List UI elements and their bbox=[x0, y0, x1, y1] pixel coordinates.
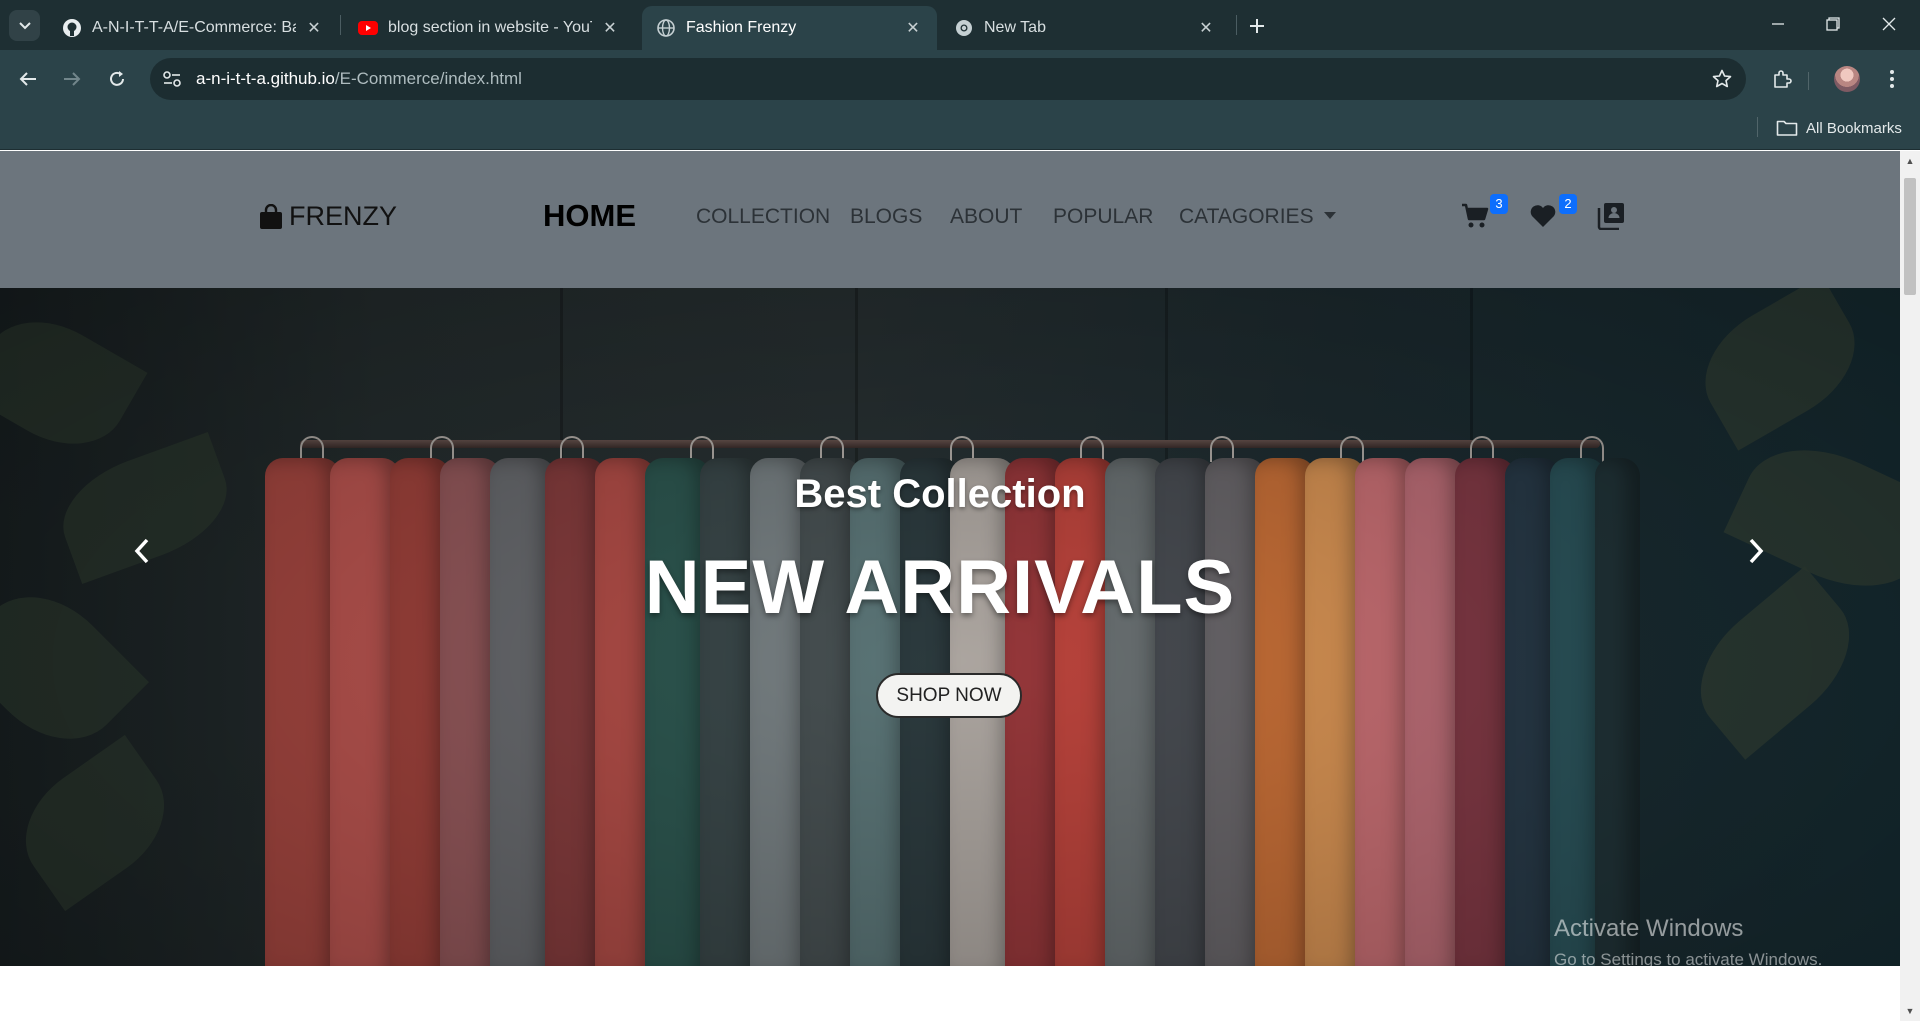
account-button[interactable] bbox=[1595, 200, 1627, 232]
close-window-button[interactable] bbox=[1866, 8, 1912, 40]
nav-about[interactable]: ABOUT bbox=[950, 205, 1022, 229]
extensions-button[interactable] bbox=[1767, 64, 1797, 94]
nav-home[interactable]: HOME bbox=[543, 198, 636, 234]
tab-strip: A-N-I-T-T-A/E-Commerce: Basic ✕ blog sec… bbox=[0, 0, 1920, 50]
folder-icon bbox=[1776, 120, 1798, 136]
url-host: a-n-i-t-t-a.github.io bbox=[196, 69, 335, 88]
site-info-icon[interactable] bbox=[160, 67, 184, 91]
all-bookmarks-label: All Bookmarks bbox=[1806, 119, 1902, 137]
tab-title: A-N-I-T-T-A/E-Commerce: Basic bbox=[92, 19, 296, 36]
hero-title: NEW ARRIVALS bbox=[644, 545, 1236, 630]
caret-down-icon bbox=[1323, 212, 1336, 219]
scroll-up-arrow-icon[interactable]: ▲ bbox=[1904, 155, 1916, 167]
new-tab-button[interactable] bbox=[1243, 12, 1271, 40]
cart-button[interactable] bbox=[1459, 200, 1491, 232]
tab-title: blog section in website - YouTube bbox=[388, 19, 592, 36]
scrollbar-thumb[interactable] bbox=[1904, 178, 1916, 295]
tab-separator bbox=[1236, 15, 1237, 35]
tab-title: Fashion Frenzy bbox=[686, 19, 797, 36]
nav-categories-label: CATAGORIES bbox=[1179, 205, 1314, 228]
kebab-menu-icon bbox=[1890, 70, 1894, 88]
tab-github[interactable]: A-N-I-T-T-A/E-Commerce: Basic ✕ bbox=[48, 6, 338, 50]
all-bookmarks-button[interactable]: All Bookmarks bbox=[1776, 116, 1902, 140]
restore-button[interactable] bbox=[1810, 8, 1856, 40]
globe-icon bbox=[656, 18, 676, 38]
nav-popular[interactable]: POPULAR bbox=[1053, 205, 1153, 229]
close-icon[interactable]: ✕ bbox=[903, 18, 923, 38]
hero-subtitle: Best Collection bbox=[794, 472, 1086, 516]
chrome-icon bbox=[954, 18, 974, 38]
reload-icon bbox=[110, 71, 124, 86]
url-text[interactable]: a-n-i-t-t-a.github.io/E-Commerce/index.h… bbox=[196, 69, 522, 89]
star-icon bbox=[1712, 69, 1732, 88]
activate-windows-watermark: Activate Windows bbox=[1554, 915, 1744, 942]
forward-button[interactable] bbox=[57, 64, 87, 94]
plus-icon bbox=[1250, 19, 1264, 33]
tab-new-tab[interactable]: New Tab ✕ bbox=[940, 6, 1230, 50]
youtube-icon bbox=[358, 18, 378, 38]
tab-youtube[interactable]: blog section in website - YouTube ✕ bbox=[344, 6, 634, 50]
minimize-button[interactable] bbox=[1755, 8, 1801, 40]
minimize-icon bbox=[1772, 23, 1784, 25]
toolbar-divider bbox=[1808, 72, 1809, 90]
puzzle-icon bbox=[1774, 70, 1792, 88]
shopping-bag-icon bbox=[260, 203, 282, 229]
menu-button[interactable] bbox=[1877, 64, 1907, 94]
page-scrollbar[interactable]: ▲ ▼ bbox=[1900, 151, 1920, 1021]
activate-windows-hint: Go to Settings to activate Windows. bbox=[1554, 950, 1823, 969]
scroll-down-arrow-icon[interactable]: ▼ bbox=[1904, 1005, 1916, 1017]
page-viewport: FRENZY HOME COLLECTION BLOGS ABOUT POPUL… bbox=[0, 151, 1900, 1021]
close-icon[interactable]: ✕ bbox=[304, 18, 324, 38]
tab-separator bbox=[340, 15, 341, 35]
brand-logo[interactable]: FRENZY bbox=[259, 201, 397, 232]
restore-icon bbox=[1826, 17, 1840, 31]
heart-icon bbox=[1530, 205, 1556, 227]
brand-name: FRENZY bbox=[289, 201, 397, 231]
chevron-down-icon bbox=[18, 21, 31, 29]
arrow-left-icon bbox=[19, 72, 36, 86]
wishlist-button[interactable] bbox=[1527, 200, 1559, 232]
cart-count-badge: 3 bbox=[1490, 194, 1508, 214]
shop-now-button[interactable]: SHOP NOW bbox=[876, 673, 1022, 718]
contacts-book-icon bbox=[1597, 203, 1624, 230]
close-icon[interactable]: ✕ bbox=[600, 18, 620, 38]
close-icon[interactable]: ✕ bbox=[1196, 18, 1216, 38]
cart-icon bbox=[1462, 203, 1489, 228]
arrow-right-icon bbox=[64, 72, 81, 86]
url-path: /E-Commerce/index.html bbox=[334, 69, 522, 88]
bookmark-star-button[interactable] bbox=[1710, 67, 1734, 91]
wishlist-count-badge: 2 bbox=[1559, 194, 1577, 214]
back-button[interactable] bbox=[13, 64, 43, 94]
browser-toolbar: a-n-i-t-t-a.github.io/E-Commerce/index.h… bbox=[0, 50, 1920, 108]
nav-categories-dropdown[interactable]: CATAGORIES bbox=[1179, 205, 1336, 229]
tab-search-button[interactable] bbox=[9, 10, 40, 41]
close-icon bbox=[1882, 17, 1896, 31]
hero-carousel: Best Collection NEW ARRIVALS SHOP NOW bbox=[0, 288, 1900, 966]
bookmarks-separator bbox=[1757, 117, 1758, 137]
nav-collection[interactable]: COLLECTION bbox=[696, 205, 830, 229]
address-bar[interactable]: a-n-i-t-t-a.github.io/E-Commerce/index.h… bbox=[150, 58, 1746, 100]
tab-fashion-frenzy[interactable]: Fashion Frenzy ✕ bbox=[642, 6, 937, 50]
tab-title: New Tab bbox=[984, 19, 1046, 36]
reload-button[interactable] bbox=[102, 64, 132, 94]
github-icon bbox=[62, 18, 82, 38]
profile-avatar[interactable] bbox=[1834, 66, 1860, 92]
nav-blogs[interactable]: BLOGS bbox=[850, 205, 922, 229]
bookmarks-bar: All Bookmarks bbox=[0, 108, 1920, 150]
site-navbar: FRENZY HOME COLLECTION BLOGS ABOUT POPUL… bbox=[0, 151, 1900, 288]
